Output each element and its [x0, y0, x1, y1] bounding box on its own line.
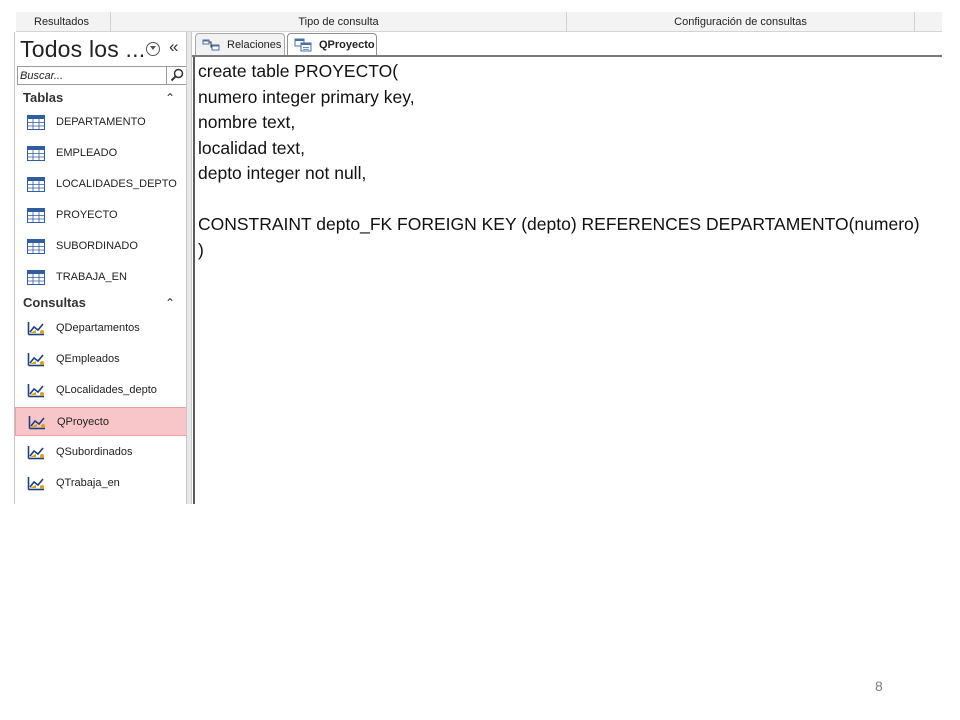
group-header-tablas[interactable]: Tablas ⌃ [15, 90, 187, 110]
navigation-pane: Todos los ... « Tablas ⌃ DEPARTAMENTO EMP… [14, 32, 188, 504]
nav-item-label: DEPARTAMENTO [56, 116, 146, 128]
ribbon-group-empty [915, 12, 942, 32]
ribbon-group-configuracion: Configuración de consultas [567, 12, 915, 32]
nav-item-label: QSubordinados [56, 446, 133, 458]
nav-title[interactable]: Todos los ... [20, 36, 145, 63]
double-chevron-up-icon[interactable]: ⌃ [165, 296, 175, 310]
nav-item-label: EMPLEADO [56, 147, 118, 159]
query-icon [27, 477, 44, 491]
group-label-tablas: Tablas [23, 90, 64, 105]
double-chevron-up-icon[interactable]: ⌃ [165, 91, 175, 105]
nav-item-localidades-depto[interactable]: LOCALIDADES_DEPTO [15, 170, 187, 199]
sql-line: create table PROYECTO( [198, 61, 399, 81]
nav-item-label: QProyecto [57, 416, 109, 428]
nav-item-label: LOCALIDADES_DEPTO [56, 178, 177, 190]
sql-line: ) [198, 239, 204, 260]
nav-item-qproyecto[interactable]: QProyecto [15, 407, 187, 436]
sql-line: depto integer not null, [198, 163, 367, 183]
group-header-consultas[interactable]: Consultas ⌃ [15, 295, 187, 315]
nav-search-box [17, 66, 187, 85]
query-icon [28, 416, 45, 430]
tab-relaciones[interactable]: Relaciones [195, 33, 285, 56]
sql-editor[interactable]: create table PROYECTO( numero integer pri… [193, 57, 942, 504]
search-input[interactable] [20, 68, 165, 83]
page-number: 8 [875, 678, 883, 694]
nav-item-label: SUBORDINADO [56, 240, 138, 252]
sql-line: CONSTRAINT depto_FK FOREIGN KEY (depto) … [198, 214, 920, 234]
nav-item-label: QEmpleados [56, 353, 120, 365]
table-icon [27, 177, 45, 192]
nav-header[interactable]: Todos los ... « [15, 32, 188, 64]
table-icon [27, 208, 45, 223]
ribbon-group-resultados: Resultados [16, 12, 111, 32]
group-label-consultas: Consultas [23, 295, 86, 310]
nav-item-qsubordinados[interactable]: QSubordinados [15, 438, 187, 467]
sql-line: numero integer primary key, [198, 86, 415, 107]
nav-item-label: QTrabaja_en [56, 477, 120, 489]
nav-item-trabaja-en[interactable]: TRABAJA_EN [15, 263, 187, 292]
nav-item-qtrabaja-en[interactable]: QTrabaja_en [15, 469, 187, 498]
ribbon-group-labels: Resultados Tipo de consulta Configuració… [16, 12, 942, 32]
nav-item-empleado[interactable]: EMPLEADO [15, 139, 187, 168]
search-icon [170, 68, 184, 82]
table-icon [27, 115, 45, 130]
nav-item-departamento[interactable]: DEPARTAMENTO [15, 108, 187, 137]
nav-item-qempleados[interactable]: QEmpleados [15, 345, 187, 374]
query-icon [27, 384, 44, 398]
query-tab-icon [294, 38, 312, 52]
relationships-icon [202, 39, 220, 51]
nav-item-proyecto[interactable]: PROYECTO [15, 201, 187, 230]
search-button[interactable] [166, 67, 186, 84]
sql-line: nombre text, [198, 112, 296, 132]
tab-label: QProyecto [319, 39, 375, 51]
ribbon-group-tipo-consulta: Tipo de consulta [111, 12, 567, 32]
table-icon [27, 146, 45, 161]
nav-splitter[interactable] [186, 32, 192, 504]
table-icon [27, 270, 45, 285]
nav-item-label: TRABAJA_EN [56, 271, 127, 283]
nav-item-label: QLocalidades_depto [56, 384, 157, 396]
table-icon [27, 239, 45, 254]
nav-item-label: QDepartamentos [56, 322, 140, 334]
dropdown-circle-icon[interactable] [146, 42, 160, 56]
tab-qproyecto[interactable]: QProyecto [287, 33, 377, 56]
sql-line: localidad text, [198, 137, 306, 158]
document-tabs: Relaciones QProyecto [192, 32, 942, 56]
tab-label: Relaciones [227, 39, 282, 51]
nav-item-subordinado[interactable]: SUBORDINADO [15, 232, 187, 261]
query-icon [27, 353, 44, 367]
double-chevron-left-icon[interactable]: « [169, 37, 178, 57]
nav-item-label: PROYECTO [56, 209, 118, 221]
query-icon [27, 446, 44, 460]
nav-item-qdepartamentos[interactable]: QDepartamentos [15, 314, 187, 343]
nav-item-qlocalidades-depto[interactable]: QLocalidades_depto [15, 376, 187, 405]
query-icon [27, 322, 44, 336]
